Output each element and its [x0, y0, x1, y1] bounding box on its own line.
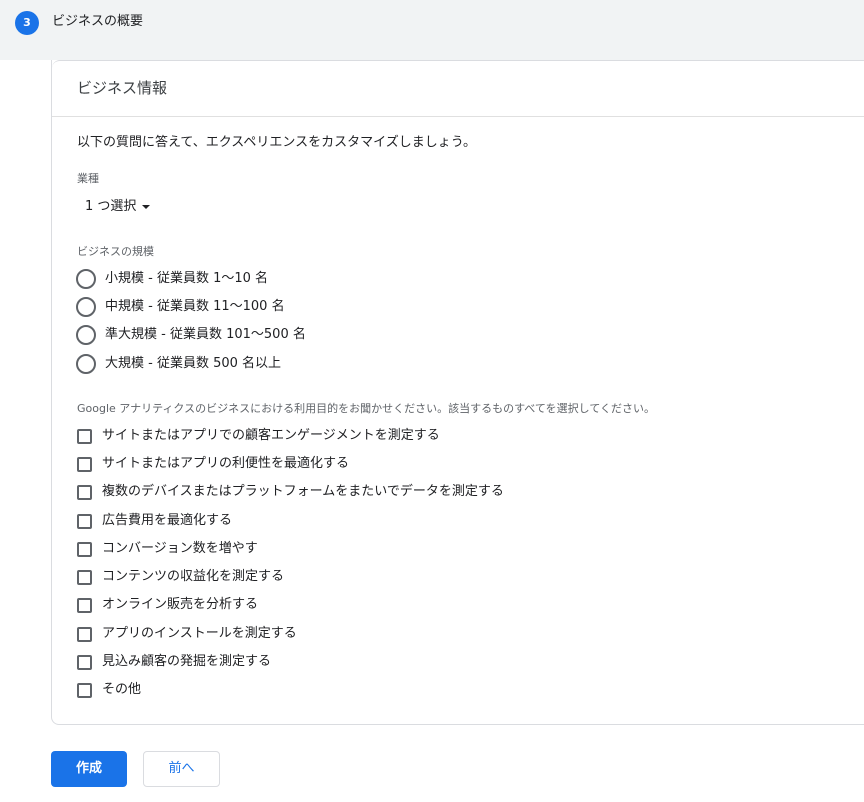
create-button[interactable]: 作成 — [51, 751, 127, 787]
usage-option-content-monetization[interactable]: コンテンツの収益化を測定する — [77, 567, 284, 587]
industry-label: 業種 — [77, 172, 99, 185]
checkbox[interactable] — [77, 682, 92, 698]
size-option-label: 大規模 - 従業員数 500 名以上 — [105, 356, 282, 371]
usage-option-usability[interactable]: サイトまたはアプリの利便性を最適化する — [77, 454, 349, 474]
radio-button[interactable] — [76, 354, 96, 374]
usage-option-label: 複数のデバイスまたはプラットフォームをまたいでデータを測定する — [102, 484, 504, 499]
radio-button[interactable] — [76, 269, 96, 289]
size-option-label: 小規模 - 従業員数 1～10 名 — [105, 271, 269, 286]
step-number-badge: 3 — [15, 11, 39, 35]
checkbox[interactable] — [77, 654, 92, 670]
usage-option-conversions[interactable]: コンバージョン数を増やす — [77, 539, 258, 559]
checkbox[interactable] — [77, 456, 92, 472]
intro-text: 以下の質問に答えて、エクスペリエンスをカスタマイズしましょう。 — [77, 135, 476, 150]
step-header: 3 ビジネスの概要 — [0, 0, 864, 60]
size-option-medium[interactable]: 中規模 - 従業員数 11～100 名 — [76, 296, 285, 318]
business-size-label: ビジネスの規模 — [77, 245, 154, 258]
usage-option-other[interactable]: その他 — [77, 680, 141, 700]
industry-select-value: 1 つ選択 — [85, 199, 137, 214]
size-option-large[interactable]: 大規模 - 従業員数 500 名以上 — [76, 353, 281, 375]
card-header: ビジネス情報 — [52, 60, 864, 117]
card-title: ビジネス情報 — [77, 79, 168, 97]
checkbox[interactable] — [77, 541, 92, 557]
checkbox[interactable] — [77, 484, 92, 500]
business-info-card: ビジネス情報 以下の質問に答えて、エクスペリエンスをカスタマイズしましょう。 業… — [51, 60, 864, 725]
industry-select[interactable]: 1 つ選択 — [85, 198, 151, 216]
step-title: ビジネスの概要 — [52, 14, 144, 29]
checkbox[interactable] — [77, 626, 92, 642]
usage-option-label: アプリのインストールを測定する — [102, 626, 297, 641]
size-option-small[interactable]: 小規模 - 従業員数 1～10 名 — [76, 268, 268, 290]
usage-option-label: サイトまたはアプリの利便性を最適化する — [102, 456, 350, 471]
usage-option-ad-spend[interactable]: 広告費用を最適化する — [77, 511, 232, 531]
radio-button[interactable] — [76, 297, 96, 317]
usage-option-app-installs[interactable]: アプリのインストールを測定する — [77, 624, 297, 644]
size-option-medium-large[interactable]: 準大規模 - 従業員数 101～500 名 — [76, 324, 306, 346]
usage-option-label: オンライン販売を分析する — [102, 597, 259, 612]
usage-option-label: コンテンツの収益化を測定する — [102, 569, 285, 584]
usage-question-label: Google アナリティクスのビジネスにおける利用目的をお聞かせください。該当す… — [77, 402, 655, 415]
usage-option-label: サイトまたはアプリでの顧客エンゲージメントを測定する — [102, 428, 440, 443]
usage-option-lead-generation[interactable]: 見込み顧客の発掘を測定する — [77, 652, 271, 672]
size-option-label: 準大規模 - 従業員数 101～500 名 — [105, 327, 306, 342]
radio-button[interactable] — [76, 325, 96, 345]
usage-option-engagement[interactable]: サイトまたはアプリでの顧客エンゲージメントを測定する — [77, 426, 440, 446]
checkbox[interactable] — [77, 597, 92, 613]
size-option-label: 中規模 - 従業員数 11～100 名 — [105, 299, 285, 314]
usage-option-label: 見込み顧客の発掘を測定する — [102, 654, 272, 669]
usage-option-label: その他 — [102, 682, 142, 697]
usage-option-online-sales[interactable]: オンライン販売を分析する — [77, 595, 258, 615]
checkbox[interactable] — [77, 513, 92, 529]
usage-option-label: コンバージョン数を増やす — [102, 541, 258, 556]
checkbox[interactable] — [77, 428, 92, 444]
usage-option-cross-device[interactable]: 複数のデバイスまたはプラットフォームをまたいでデータを測定する — [77, 482, 504, 502]
back-button[interactable]: 前へ — [143, 751, 220, 787]
checkbox[interactable] — [77, 569, 92, 585]
dropdown-caret-icon — [142, 204, 151, 209]
usage-option-label: 広告費用を最適化する — [102, 513, 233, 528]
